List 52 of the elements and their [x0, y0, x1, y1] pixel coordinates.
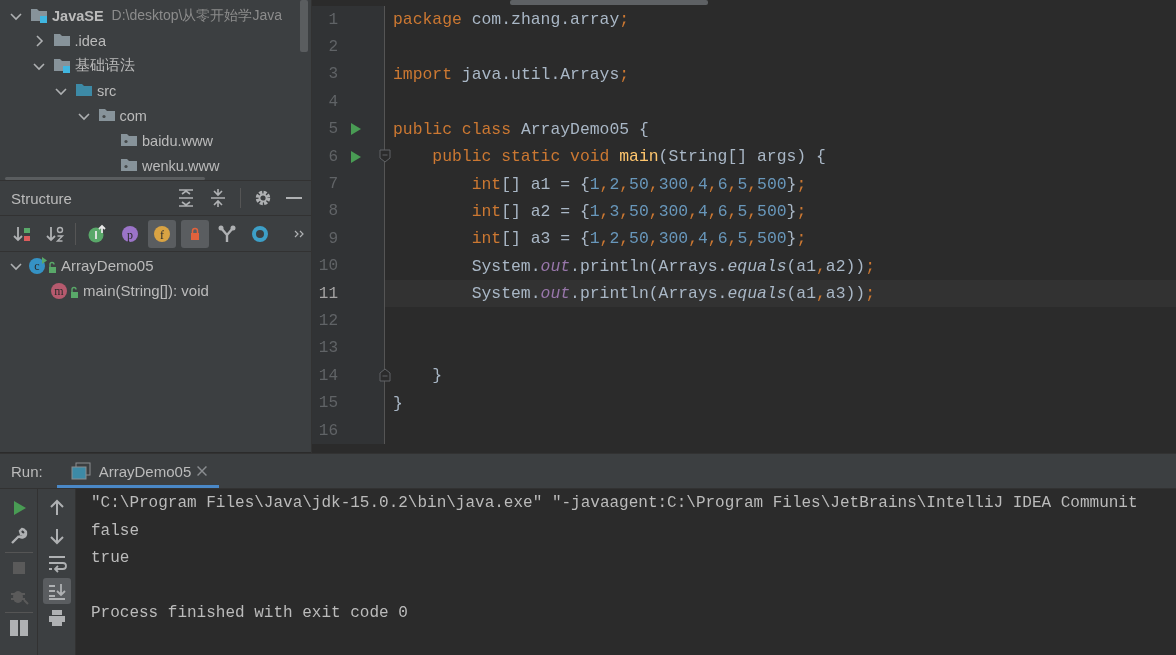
- scroll-to-end-button[interactable]: [42, 577, 71, 604]
- structure-item[interactable]: main(String[]): void: [83, 282, 209, 299]
- package-folder-icon: [121, 158, 137, 173]
- run-tab[interactable]: ArrayDemo05: [56, 457, 220, 488]
- code-line: int[] a2 = {1,3,50,300,4,6,5,500};: [470, 200, 808, 223]
- console-line: "C:\Program Files\Java\jdk-15.0.2\bin\java.exe" "-javaagent:C:\Program Files\JetBrains\IntelliJ IDEA Communit: [91, 493, 1138, 514]
- project-path: D:\desktop\从零开始学Java: [111, 6, 282, 25]
- collapse-all-icon[interactable]: [208, 188, 228, 208]
- structure-item[interactable]: ArrayDemo05: [61, 257, 154, 274]
- source-folder-icon: [76, 83, 92, 98]
- soft-wrap-icon: [46, 553, 67, 573]
- settings-icon[interactable]: [253, 188, 273, 208]
- module-folder-icon: [31, 8, 47, 23]
- fork-icon: [217, 223, 237, 244]
- ring-icon: [249, 223, 270, 244]
- code-line: public class ArrayDemo05 {: [392, 118, 650, 141]
- printer-icon: [46, 608, 67, 628]
- tree-item[interactable]: 基础语法: [74, 56, 135, 75]
- run-icon[interactable]: [350, 149, 362, 164]
- tree-item[interactable]: com: [119, 107, 147, 124]
- window-icon: [70, 462, 91, 480]
- scrollbar[interactable]: [510, 0, 708, 5]
- tree-item[interactable]: baidu.www: [142, 132, 213, 149]
- folder-icon: [53, 33, 70, 48]
- console-line: true: [91, 548, 131, 569]
- tree-item[interactable]: wenku.www: [142, 157, 220, 174]
- console-line: false: [91, 520, 140, 542]
- expand-all-icon[interactable]: [176, 188, 196, 208]
- line-number: 11: [317, 284, 338, 303]
- tree-item[interactable]: src: [97, 82, 117, 99]
- panel-title: Run:: [10, 461, 44, 482]
- code-line: int[] a1 = {1,2,50,300,4,6,5,500};: [470, 173, 808, 196]
- code-line: System.out.println(Arrays.equals(a1,a2));: [470, 255, 877, 278]
- inherited-members-icon: [87, 223, 107, 244]
- module-folder-icon: [53, 58, 70, 73]
- code-line: }: [392, 392, 404, 415]
- close-icon[interactable]: [197, 466, 208, 476]
- tree-item[interactable]: .idea: [74, 32, 106, 49]
- package-folder-icon: [121, 133, 137, 148]
- layout-icon: [8, 618, 29, 638]
- code-line: }: [431, 365, 444, 388]
- code-line: package com.zhang.array;: [392, 9, 631, 32]
- code-line: int[] a3 = {1,2,50,300,4,6,5,500};: [470, 228, 808, 251]
- tree-item[interactable]: JavaSE: [52, 7, 104, 24]
- run-icon[interactable]: [350, 122, 362, 137]
- scrollbar[interactable]: [300, 0, 308, 52]
- console-line: Process finished with exit code 0: [91, 603, 409, 624]
- package-folder-icon: [98, 108, 115, 123]
- code-line: public static void main(String[] args) {: [431, 146, 827, 169]
- panel-title: Structure: [11, 189, 73, 207]
- lock-toggle[interactable]: [180, 219, 209, 248]
- code-line: import java.util.Arrays;: [392, 63, 631, 86]
